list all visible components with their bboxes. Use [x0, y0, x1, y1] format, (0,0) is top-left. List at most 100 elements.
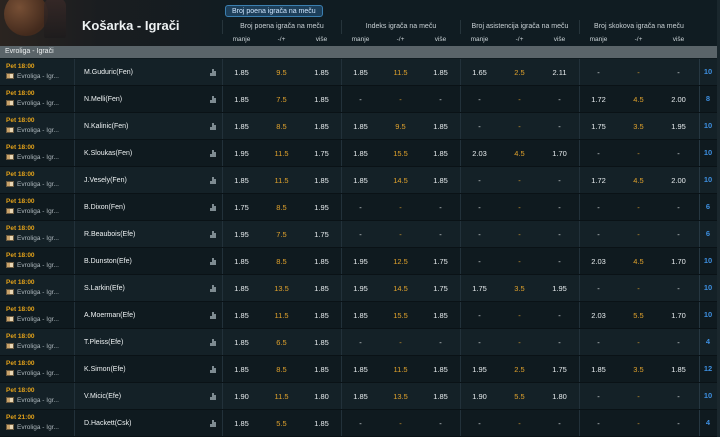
odds-over[interactable]: 1.85 — [302, 176, 341, 185]
odds-under[interactable]: 1.85 — [222, 365, 261, 374]
player-name[interactable]: K.Sloukas(Fen) — [84, 150, 132, 157]
odds-over[interactable]: 1.85 — [302, 365, 341, 374]
more-markets-count[interactable]: 10 — [699, 302, 716, 328]
odds-over[interactable]: 1.85 — [302, 338, 341, 347]
odds-over[interactable]: 1.75 — [540, 365, 579, 374]
player-name[interactable]: R.Beaubois(Efe) — [84, 231, 135, 238]
stats-icon[interactable] — [210, 150, 216, 157]
player-name[interactable]: B.Dixon(Fen) — [84, 204, 125, 211]
player-name[interactable]: B.Dunston(Efe) — [84, 258, 132, 265]
odds-over[interactable]: 2.11 — [540, 68, 579, 77]
stats-icon[interactable] — [210, 69, 216, 76]
more-markets-count[interactable]: 4 — [699, 329, 716, 355]
player-name[interactable]: J.Vesely(Fen) — [84, 177, 127, 184]
odds-under[interactable]: 1.90 — [222, 392, 261, 401]
more-markets-count[interactable]: 10 — [699, 383, 716, 409]
odds-under[interactable]: 1.85 — [341, 365, 380, 374]
stats-icon[interactable] — [210, 312, 216, 319]
odds-under[interactable]: 1.65 — [460, 68, 499, 77]
odds-under[interactable]: 1.85 — [341, 176, 380, 185]
odds-under[interactable]: 1.95 — [222, 149, 261, 158]
odds-over[interactable]: 1.75 — [421, 257, 460, 266]
player-name[interactable]: S.Larkin(Efe) — [84, 285, 125, 292]
odds-over[interactable]: 1.80 — [540, 392, 579, 401]
stats-icon[interactable] — [210, 393, 216, 400]
odds-under[interactable]: 1.85 — [341, 122, 380, 131]
odds-over[interactable]: 1.70 — [659, 311, 698, 320]
odds-over[interactable]: 1.85 — [302, 257, 341, 266]
odds-under[interactable]: 2.03 — [579, 311, 618, 320]
odds-over[interactable]: 1.85 — [421, 392, 460, 401]
odds-over[interactable]: 1.85 — [421, 68, 460, 77]
stats-icon[interactable] — [210, 123, 216, 130]
odds-under[interactable]: 1.75 — [460, 284, 499, 293]
odds-over[interactable]: 1.80 — [302, 392, 341, 401]
odds-under[interactable]: 1.72 — [579, 95, 618, 104]
stats-icon[interactable] — [210, 231, 216, 238]
odds-under[interactable]: 1.85 — [222, 122, 261, 131]
active-market-tab[interactable]: Broj poena igrača na meču — [225, 5, 323, 17]
odds-under[interactable]: 1.72 — [579, 176, 618, 185]
odds-under[interactable]: 1.85 — [341, 68, 380, 77]
odds-under[interactable]: 1.75 — [579, 122, 618, 131]
odds-over[interactable]: 1.95 — [540, 284, 579, 293]
odds-under[interactable]: 1.85 — [341, 149, 380, 158]
odds-over[interactable]: 1.95 — [302, 203, 341, 212]
player-name[interactable]: T.Pleiss(Efe) — [84, 339, 123, 346]
odds-under[interactable]: 1.85 — [222, 68, 261, 77]
more-markets-count[interactable]: 6 — [699, 194, 716, 220]
more-markets-count[interactable]: 10 — [699, 167, 716, 193]
player-name[interactable]: N.Kalinic(Fen) — [84, 123, 128, 130]
odds-over[interactable]: 1.85 — [421, 176, 460, 185]
odds-over[interactable]: 1.70 — [659, 257, 698, 266]
odds-over[interactable]: 1.85 — [302, 68, 341, 77]
odds-under[interactable]: 1.85 — [222, 95, 261, 104]
player-name[interactable]: K.Simon(Efe) — [84, 366, 126, 373]
odds-over[interactable]: 1.95 — [659, 122, 698, 131]
player-name[interactable]: M.Guduric(Fen) — [84, 69, 133, 76]
odds-over[interactable]: 1.85 — [421, 122, 460, 131]
odds-over[interactable]: 1.85 — [302, 419, 341, 428]
odds-under[interactable]: 1.85 — [222, 257, 261, 266]
player-name[interactable]: N.Melli(Fen) — [84, 96, 122, 103]
odds-over[interactable]: 1.85 — [421, 365, 460, 374]
more-markets-count[interactable]: 6 — [699, 221, 716, 247]
odds-over[interactable]: 1.70 — [540, 149, 579, 158]
odds-over[interactable]: 1.85 — [302, 284, 341, 293]
more-markets-count[interactable]: 10 — [699, 275, 716, 301]
odds-over[interactable]: 1.85 — [421, 149, 460, 158]
odds-under[interactable]: 1.85 — [222, 338, 261, 347]
player-name[interactable]: D.Hackett(Csk) — [84, 420, 131, 427]
odds-under[interactable]: 1.85 — [579, 365, 618, 374]
odds-over[interactable]: 1.75 — [302, 149, 341, 158]
odds-over[interactable]: 1.85 — [302, 311, 341, 320]
stats-icon[interactable] — [210, 285, 216, 292]
odds-under[interactable]: 1.85 — [341, 392, 380, 401]
odds-under[interactable]: 1.95 — [341, 284, 380, 293]
more-markets-count[interactable]: 10 — [699, 59, 716, 85]
stats-icon[interactable] — [210, 420, 216, 427]
odds-under[interactable]: 1.75 — [222, 203, 261, 212]
odds-under[interactable]: 1.95 — [222, 230, 261, 239]
odds-over[interactable]: 1.75 — [302, 230, 341, 239]
odds-over[interactable]: 1.85 — [659, 365, 698, 374]
stats-icon[interactable] — [210, 96, 216, 103]
odds-under[interactable]: 1.95 — [341, 257, 380, 266]
stats-icon[interactable] — [210, 204, 216, 211]
odds-under[interactable]: 2.03 — [579, 257, 618, 266]
player-name[interactable]: V.Micic(Efe) — [84, 393, 121, 400]
odds-under[interactable]: 1.85 — [222, 176, 261, 185]
odds-under[interactable]: 1.85 — [222, 419, 261, 428]
more-markets-count[interactable]: 10 — [699, 140, 716, 166]
odds-under[interactable]: 1.95 — [460, 365, 499, 374]
odds-under[interactable]: 1.85 — [222, 311, 261, 320]
odds-under[interactable]: 1.85 — [341, 311, 380, 320]
odds-under[interactable]: 1.90 — [460, 392, 499, 401]
player-name[interactable]: A.Moerman(Efe) — [84, 312, 135, 319]
more-markets-count[interactable]: 10 — [699, 248, 716, 274]
odds-under[interactable]: 1.85 — [222, 284, 261, 293]
stats-icon[interactable] — [210, 339, 216, 346]
odds-over[interactable]: 1.85 — [421, 311, 460, 320]
stats-icon[interactable] — [210, 177, 216, 184]
odds-over[interactable]: 2.00 — [659, 176, 698, 185]
